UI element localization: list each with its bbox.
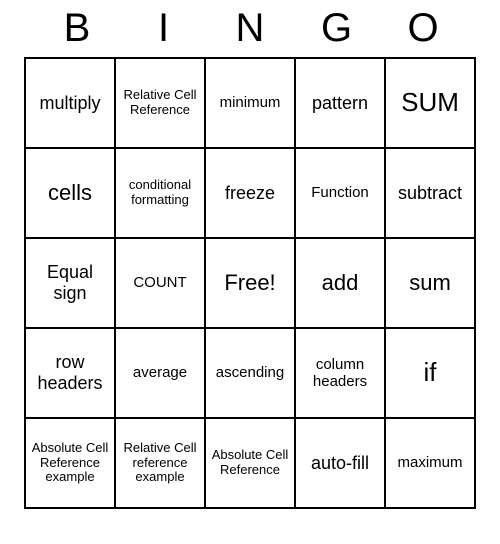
bingo-cell[interactable]: COUNT xyxy=(115,238,205,328)
bingo-cell[interactable]: minimum xyxy=(205,58,295,148)
header-letter-g: G xyxy=(312,6,362,51)
bingo-cell[interactable]: Function xyxy=(295,148,385,238)
header-letter-o: O xyxy=(398,6,448,51)
bingo-cell[interactable]: add xyxy=(295,238,385,328)
header-letter-i: I xyxy=(139,6,189,51)
bingo-cell[interactable]: subtract xyxy=(385,148,475,238)
bingo-cell[interactable]: Equal sign xyxy=(25,238,115,328)
bingo-cell[interactable]: average xyxy=(115,328,205,418)
bingo-cell[interactable]: multiply xyxy=(25,58,115,148)
bingo-cell[interactable]: sum xyxy=(385,238,475,328)
bingo-cell[interactable]: maximum xyxy=(385,418,475,508)
bingo-cell[interactable]: conditional formatting xyxy=(115,148,205,238)
header-letter-n: N xyxy=(225,6,275,51)
header-letter-b: B xyxy=(52,6,102,51)
bingo-cell[interactable]: Absolute Cell Reference example xyxy=(25,418,115,508)
bingo-cell[interactable]: Absolute Cell Reference xyxy=(205,418,295,508)
bingo-free-cell[interactable]: Free! xyxy=(205,238,295,328)
bingo-cell[interactable]: Relative Cell reference example xyxy=(115,418,205,508)
bingo-cell[interactable]: Relative Cell Reference xyxy=(115,58,205,148)
bingo-cell[interactable]: column headers xyxy=(295,328,385,418)
bingo-cell[interactable]: row headers xyxy=(25,328,115,418)
bingo-cell[interactable]: auto-fill xyxy=(295,418,385,508)
bingo-card: B I N G O multiply Relative Cell Referen… xyxy=(24,0,476,509)
bingo-header: B I N G O xyxy=(24,6,476,57)
bingo-cell[interactable]: ascending xyxy=(205,328,295,418)
bingo-cell[interactable]: SUM xyxy=(385,58,475,148)
bingo-grid: multiply Relative Cell Reference minimum… xyxy=(24,57,476,509)
bingo-cell[interactable]: freeze xyxy=(205,148,295,238)
bingo-cell[interactable]: if xyxy=(385,328,475,418)
bingo-cell[interactable]: cells xyxy=(25,148,115,238)
bingo-cell[interactable]: pattern xyxy=(295,58,385,148)
